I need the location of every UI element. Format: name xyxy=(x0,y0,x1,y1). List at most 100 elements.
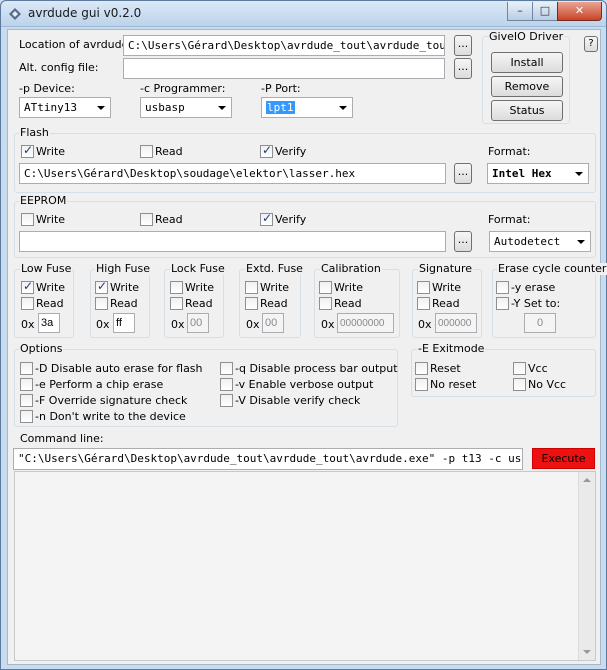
output-scrollbar[interactable] xyxy=(578,472,595,660)
high-fuse-title: High Fuse xyxy=(95,262,151,275)
browse-config-button[interactable]: ... xyxy=(454,58,472,79)
eeprom-format-label: Format: xyxy=(488,213,531,226)
eeprom-read-checkbox[interactable] xyxy=(140,213,153,226)
main-panel: Location of avrdude: C:\Users\Gérard\Des… xyxy=(7,29,607,665)
option-disable-progress-label: -q Disable process bar output xyxy=(235,362,398,375)
calibration-title: Calibration xyxy=(320,262,382,275)
scroll-up-icon[interactable] xyxy=(583,478,591,482)
option-disable-verify-label: -V Disable verify check xyxy=(235,394,361,407)
browse-avrdude-button[interactable]: ... xyxy=(454,35,472,56)
command-line-label: Command line: xyxy=(20,432,104,445)
close-button[interactable]: ✕ xyxy=(557,2,602,21)
option-verbose-checkbox[interactable] xyxy=(220,378,233,391)
erase-cycle-title: Erase cycle counter xyxy=(497,262,607,275)
option-disable-verify-checkbox[interactable] xyxy=(220,394,233,407)
signature-prefix: 0x xyxy=(418,318,432,331)
eeprom-write-checkbox[interactable] xyxy=(21,213,34,226)
high-fuse-input[interactable]: ff xyxy=(113,313,135,333)
extd-fuse-read-checkbox[interactable] xyxy=(245,297,258,310)
low-fuse-write-checkbox[interactable] xyxy=(21,279,34,294)
calibration-write-checkbox[interactable] xyxy=(319,281,332,294)
high-fuse-write-checkbox[interactable] xyxy=(95,279,108,294)
option-chip-erase-label: -e Perform a chip erase xyxy=(35,378,164,391)
programmer-label: -c Programmer: xyxy=(140,82,226,95)
exit-vcc-checkbox[interactable] xyxy=(513,362,526,375)
exit-no-vcc-label: No Vcc xyxy=(528,378,567,391)
calibration-prefix: 0x xyxy=(321,318,335,331)
device-select[interactable]: ATtiny13 xyxy=(19,97,111,118)
high-fuse-write-label: Write xyxy=(110,281,140,294)
option-no-write-label: -n Don't write to the device xyxy=(35,410,186,423)
remove-button[interactable]: Remove xyxy=(491,76,563,97)
signature-write-label: Write xyxy=(432,281,462,294)
calibration-read-checkbox[interactable] xyxy=(319,297,332,310)
alt-config-input[interactable] xyxy=(123,58,445,79)
option-chip-erase-checkbox[interactable] xyxy=(20,378,33,391)
erase-count-input[interactable]: 0 xyxy=(524,313,556,333)
output-log[interactable] xyxy=(14,471,596,661)
lock-fuse-write-label: Write xyxy=(185,281,215,294)
calibration-input[interactable]: 00000000 xyxy=(337,313,394,333)
eeprom-format-value: Autodetect xyxy=(494,235,561,248)
option-no-write-checkbox[interactable] xyxy=(20,410,33,423)
flash-format-select[interactable]: Intel Hex xyxy=(487,163,589,184)
lock-fuse-read-checkbox[interactable] xyxy=(170,297,183,310)
extd-fuse-input[interactable]: 00 xyxy=(262,313,284,333)
low-fuse-input[interactable]: 3a xyxy=(38,313,60,333)
help-button[interactable]: ? xyxy=(584,36,598,52)
flash-verify-checkbox[interactable] xyxy=(260,143,273,158)
extd-fuse-write-label: Write xyxy=(260,281,290,294)
low-fuse-read-checkbox[interactable] xyxy=(21,297,34,310)
chevron-down-icon xyxy=(575,172,583,176)
lock-fuse-write-checkbox[interactable] xyxy=(170,281,183,294)
signature-input[interactable]: 000000 xyxy=(435,313,477,333)
command-line-input[interactable]: "C:\Users\Gérard\Desktop\avrdude_tout\av… xyxy=(13,448,523,470)
exit-no-vcc-checkbox[interactable] xyxy=(513,378,526,391)
programmer-select[interactable]: usbasp xyxy=(140,97,232,118)
giveio-title: GiveIO Driver xyxy=(488,30,565,43)
browse-flash-button[interactable]: ... xyxy=(454,163,472,184)
browse-eeprom-button[interactable]: ... xyxy=(454,231,472,252)
scroll-down-icon[interactable] xyxy=(583,650,591,654)
set-y-checkbox[interactable] xyxy=(496,297,509,310)
exit-reset-checkbox[interactable] xyxy=(415,362,428,375)
maximize-button[interactable]: □ xyxy=(532,2,558,21)
flash-format-value: Intel Hex xyxy=(492,167,552,180)
port-value: lpt1 xyxy=(266,101,295,114)
programmer-value: usbasp xyxy=(145,101,185,114)
extd-fuse-title: Extd. Fuse xyxy=(245,262,304,275)
lock-fuse-input[interactable]: 00 xyxy=(187,313,209,333)
option-disable-auto-erase-checkbox[interactable] xyxy=(20,362,33,375)
eeprom-file-input[interactable] xyxy=(19,231,446,252)
eeprom-verify-label: Verify xyxy=(275,213,307,226)
port-select[interactable]: lpt1 xyxy=(261,97,353,118)
eeprom-format-select[interactable]: Autodetect xyxy=(489,231,591,252)
option-disable-progress-checkbox[interactable] xyxy=(220,362,233,375)
option-disable-auto-erase-label: -D Disable auto erase for flash xyxy=(35,362,203,375)
option-override-signature-checkbox[interactable] xyxy=(20,394,33,407)
eeprom-title: EEPROM xyxy=(19,194,68,207)
flash-file-input[interactable]: C:\Users\Gérard\Desktop\soudage\elektor\… xyxy=(19,163,446,184)
install-button[interactable]: Install xyxy=(491,52,563,73)
device-value: ATtiny13 xyxy=(24,101,77,114)
minimize-button[interactable]: – xyxy=(507,2,533,21)
set-y-label: -Y Set to: xyxy=(511,297,561,310)
flash-title: Flash xyxy=(19,126,50,139)
flash-read-checkbox[interactable] xyxy=(140,145,153,158)
chevron-down-icon xyxy=(577,240,585,244)
title-bar[interactable]: avrdude gui v0.2.0 – □ ✕ xyxy=(1,1,606,27)
avrdude-location-input[interactable]: C:\Users\Gérard\Desktop\avrdude_tout\avr… xyxy=(123,35,445,56)
status-button[interactable]: Status xyxy=(491,100,563,121)
eeprom-verify-checkbox[interactable] xyxy=(260,211,273,226)
exit-no-reset-checkbox[interactable] xyxy=(415,378,428,391)
signature-read-checkbox[interactable] xyxy=(417,297,430,310)
chevron-down-icon xyxy=(218,106,226,110)
high-fuse-read-checkbox[interactable] xyxy=(95,297,108,310)
erase-y-checkbox[interactable] xyxy=(496,281,509,294)
execute-button[interactable]: Execute xyxy=(532,448,595,469)
window-title: avrdude gui v0.2.0 xyxy=(28,6,142,20)
extd-fuse-write-checkbox[interactable] xyxy=(245,281,258,294)
signature-write-checkbox[interactable] xyxy=(417,281,430,294)
high-fuse-prefix: 0x xyxy=(96,318,110,331)
flash-write-checkbox[interactable] xyxy=(21,143,34,158)
